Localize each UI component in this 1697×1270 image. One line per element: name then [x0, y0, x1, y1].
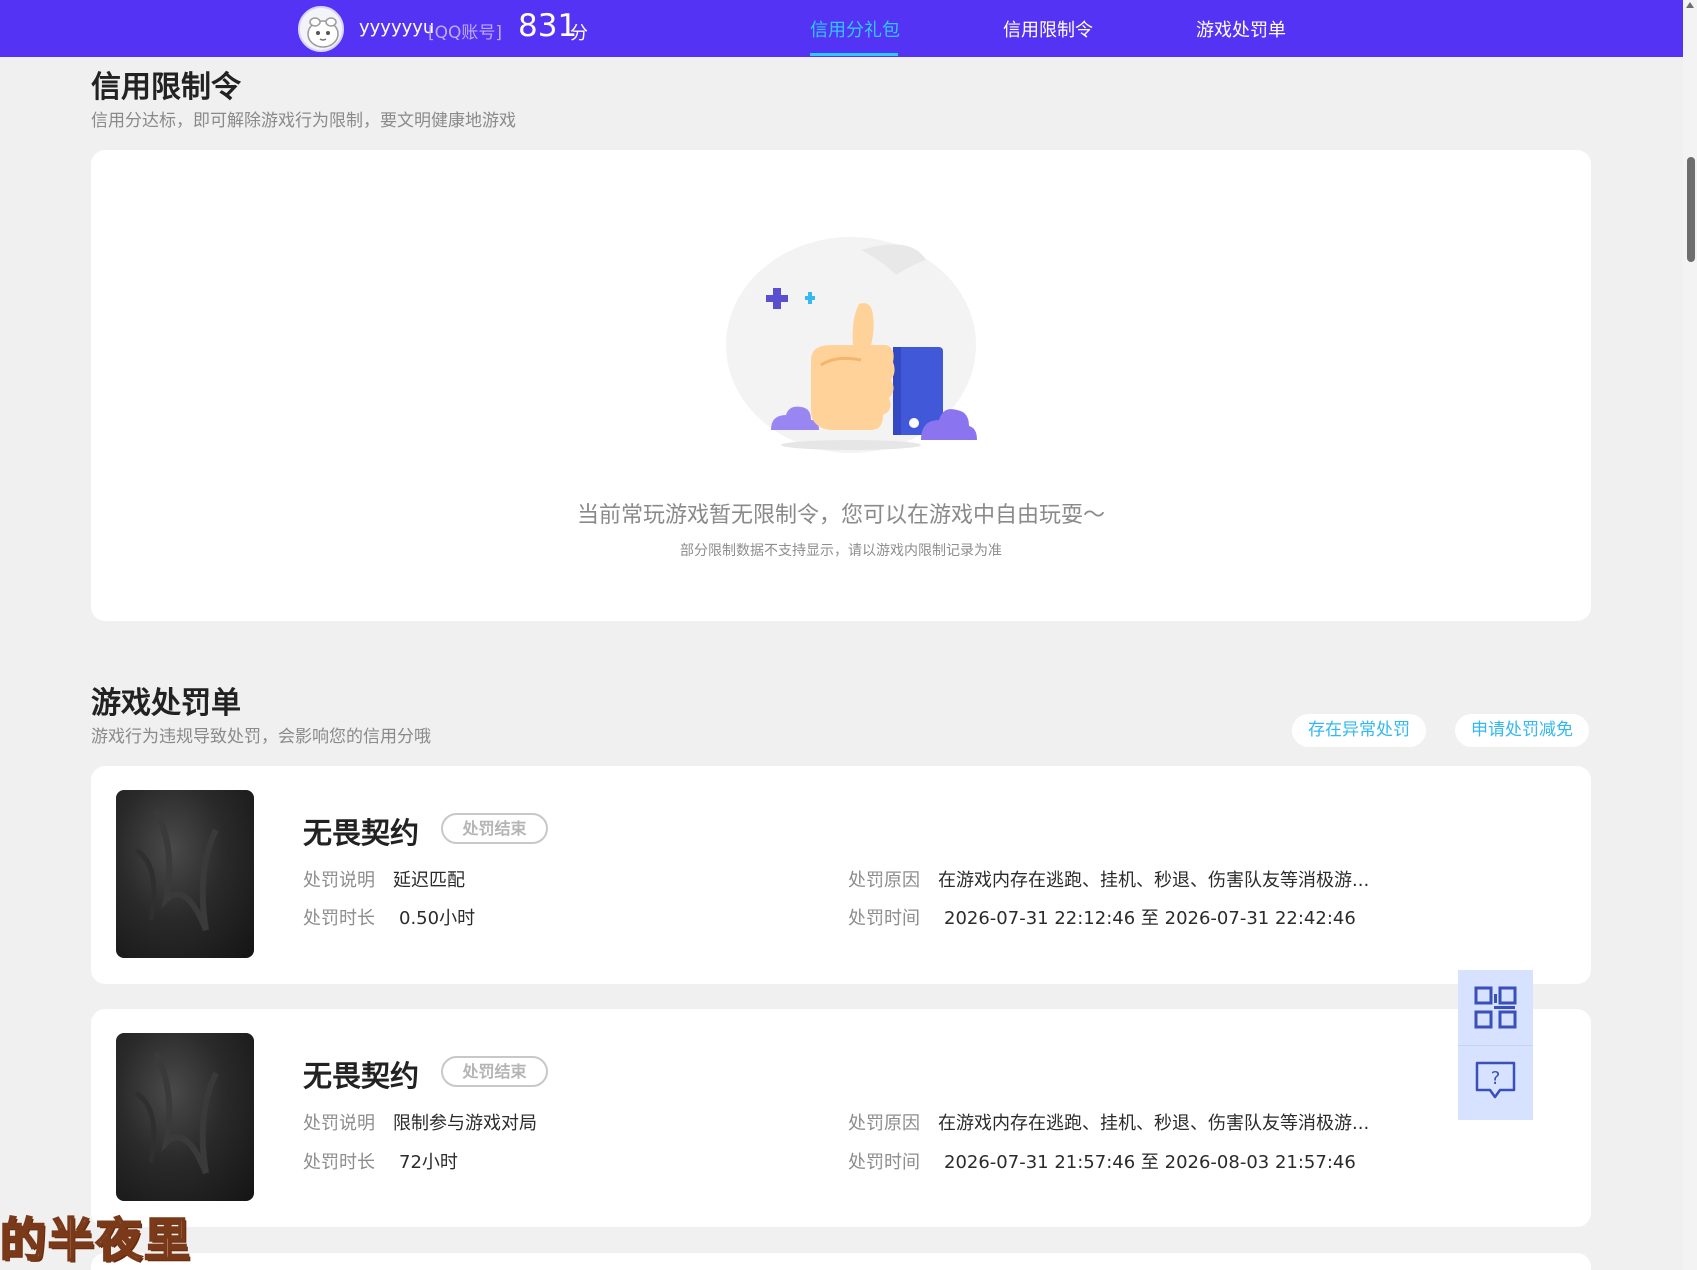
scrollbar[interactable]: [1683, 0, 1697, 1270]
penalty-section-subtitle: 游戏行为违规导致处罚，会影响您的信用分哦: [91, 727, 431, 747]
penalty-duration-value: 72小时: [399, 1152, 458, 1173]
account-type-label: [QQ账号]: [428, 23, 503, 43]
game-name: 无畏契约: [303, 1059, 420, 1093]
penalty-desc-value: 限制参与游戏对局: [393, 1113, 537, 1134]
penalty-reason-value: 在游戏内存在逃跑、挂机、秒退、伤害队友等消极游...: [938, 870, 1370, 891]
penalty-reason-label: 处罚原因: [848, 870, 920, 891]
penalty-duration-label: 处罚时长: [303, 908, 375, 929]
penalty-time-label: 处罚时间: [848, 908, 920, 929]
restriction-empty-card: 当前常玩游戏暂无限制令，您可以在游戏中自由玩耍～ 部分限制数据不支持显示，请以游…: [91, 150, 1591, 621]
penalty-time-label: 处罚时间: [848, 1152, 920, 1173]
penalty-reason-label: 处罚原因: [848, 1113, 920, 1134]
penalty-desc-value: 延迟匹配: [393, 870, 465, 891]
help-feedback-icon[interactable]: ?: [1474, 1060, 1517, 1102]
nav-credit-restriction[interactable]: 信用限制令: [1003, 16, 1093, 42]
floating-panel-divider: [1458, 1045, 1533, 1046]
nav-game-penalty[interactable]: 游戏处罚单: [1196, 16, 1286, 42]
user-avatar[interactable]: [298, 6, 344, 52]
game-name: 无畏契约: [303, 816, 420, 850]
credit-score: 831: [518, 8, 578, 44]
status-badge: 处罚结束: [441, 813, 548, 844]
penalty-section-title: 游戏处罚单: [91, 686, 241, 721]
video-watermark: 的半夜里: [0, 1212, 192, 1268]
nav-credit-gift[interactable]: 信用分礼包: [810, 16, 900, 42]
svg-text:?: ?: [1491, 1068, 1501, 1089]
penalty-desc-label: 处罚说明: [303, 1113, 375, 1134]
restriction-empty-title: 当前常玩游戏暂无限制令，您可以在游戏中自由玩耍～: [576, 503, 1105, 528]
penalty-time-value: 2026-07-31 21:57:46 至 2026-08-03 21:57:4…: [944, 1152, 1356, 1173]
penalty-reason-value: 在游戏内存在逃跑、挂机、秒退、伤害队友等消极游...: [938, 1113, 1370, 1134]
qr-code-icon[interactable]: [1474, 986, 1517, 1029]
top-nav-bar: yyyyyyu [QQ账号] 831 分 信用分礼包 信用限制令 游戏处罚单: [0, 0, 1683, 57]
penalty-desc-label: 处罚说明: [303, 870, 375, 891]
game-cover-art-icon: [134, 1051, 219, 1175]
game-cover-image: [116, 790, 254, 958]
nav-active-indicator: [810, 53, 898, 56]
status-badge: 处罚结束: [441, 1056, 548, 1087]
game-cover-image: [116, 1033, 254, 1201]
restriction-section-title: 信用限制令: [91, 70, 241, 105]
restriction-empty-note: 部分限制数据不支持显示，请以游戏内限制记录为准: [680, 543, 1002, 559]
restriction-section-subtitle: 信用分达标，即可解除游戏行为限制，要文明健康地游戏: [91, 111, 516, 131]
scroll-up-arrow-icon[interactable]: [1686, 2, 1694, 8]
avatar-cartoon-icon: [307, 17, 339, 48]
penalty-duration-value: 0.50小时: [399, 908, 476, 929]
penalty-time-value: 2026-07-31 22:12:46 至 2026-07-31 22:42:4…: [944, 908, 1356, 929]
abnormal-penalty-button[interactable]: 存在异常处罚: [1292, 714, 1426, 747]
scrollbar-thumb[interactable]: [1687, 157, 1695, 262]
appeal-penalty-button[interactable]: 申请处罚减免: [1455, 714, 1589, 747]
credit-score-unit: 分: [570, 23, 588, 44]
thumbs-up-illustration-icon: [726, 237, 977, 453]
penalty-duration-label: 处罚时长: [303, 1152, 375, 1173]
penalty-card[interactable]: [91, 1253, 1591, 1270]
username: yyyyyyu: [359, 17, 435, 38]
game-cover-art-icon: [134, 808, 219, 932]
